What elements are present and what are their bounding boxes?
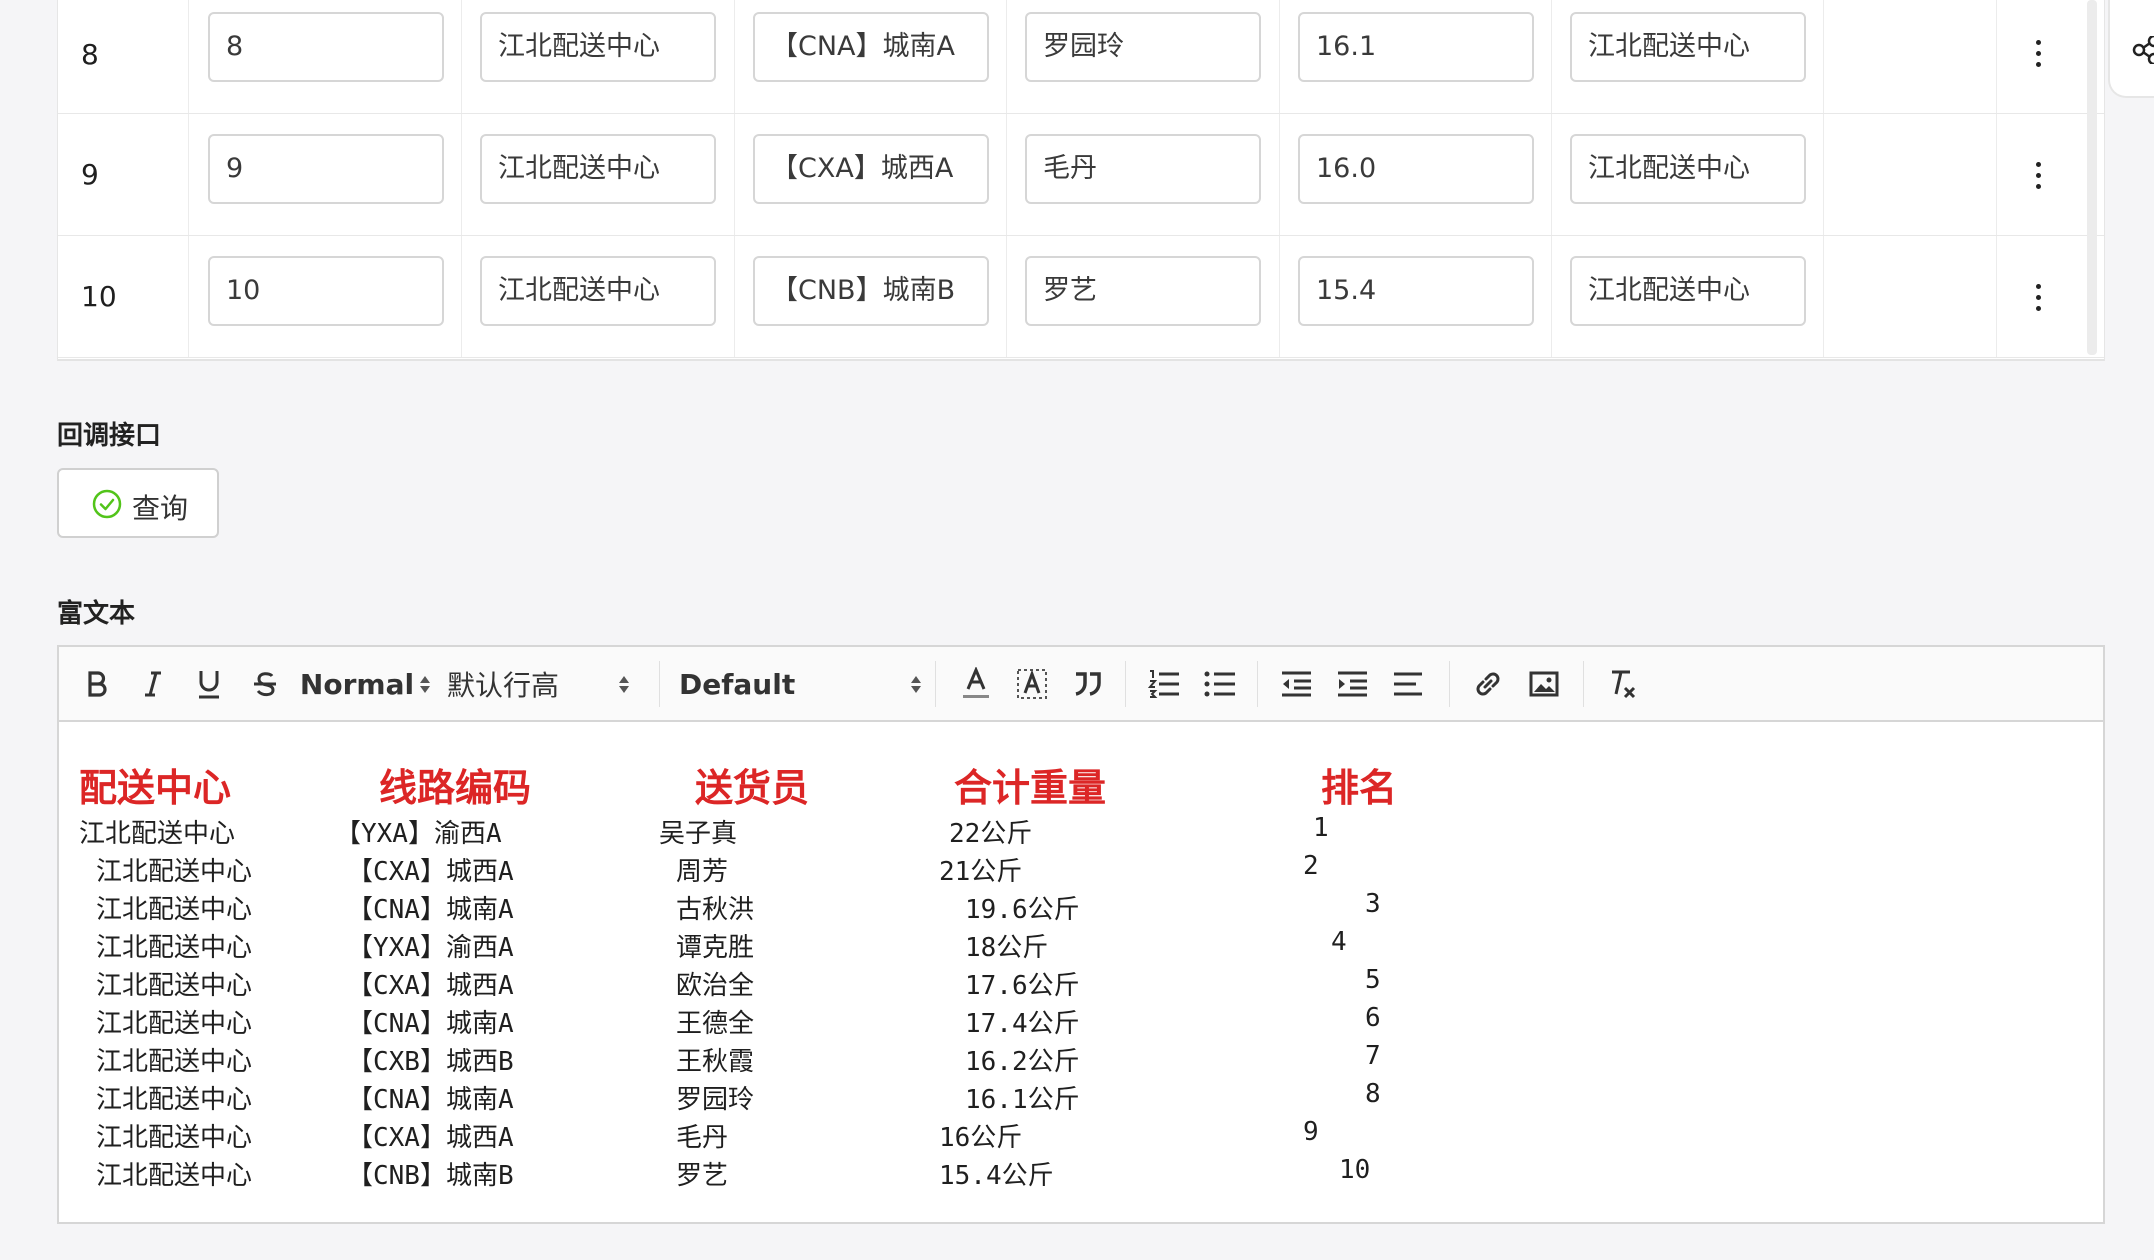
rt-line: 江北配送中心 【YXA】渝西A 谭克胜 18公斤 4 — [96, 927, 1347, 963]
rt-line: 江北配送中心 【CNA】城南A 王德全 17.4公斤 6 — [96, 1003, 1381, 1039]
center-input[interactable]: 江北配送中心 — [1570, 134, 1806, 204]
weight-input[interactable]: 16.1 — [1298, 12, 1534, 82]
rt-line: 江北配送中心 【CXB】城西B 王秋霞 16.2公斤 7 — [96, 1041, 1381, 1077]
rich-text-editor: Normal 默认行高 Default 配送中心 线路编码 送货员 合计重量 排… — [57, 645, 2105, 1224]
row-id-input[interactable]: 10 — [208, 256, 444, 326]
center-input[interactable]: 江北配送中心 — [480, 12, 716, 82]
courier-input[interactable]: 毛丹 — [1025, 134, 1261, 204]
richtext-section-title: 富文本 — [57, 599, 136, 629]
table-scrollbar[interactable] — [2087, 0, 2097, 355]
background-color-button[interactable] — [1011, 659, 1053, 709]
ordered-list-button[interactable] — [1143, 659, 1185, 709]
align-left-icon — [1394, 672, 1422, 696]
weight-input[interactable]: 15.4 — [1298, 256, 1534, 326]
bold-icon — [88, 671, 107, 697]
rt-header-route: 线路编码 — [379, 766, 532, 810]
rt-line: 江北配送中心 【CNA】城南A 罗园玲 16.1公斤 8 — [96, 1079, 1381, 1115]
share-button[interactable] — [2108, 0, 2154, 98]
row-menu-icon[interactable] — [2034, 162, 2044, 195]
check-circle-icon — [92, 489, 122, 519]
rt-line: 江北配送中心 【YXA】渝西A 吴子真 22公斤 1 — [79, 813, 1329, 849]
align-button[interactable] — [1387, 659, 1429, 709]
line-height-select-value: 默认行高 — [447, 669, 560, 702]
row-id-input[interactable]: 8 — [208, 12, 444, 82]
row-number: 10 — [81, 280, 117, 313]
row-menu-icon[interactable] — [2034, 40, 2044, 73]
courier-input[interactable]: 罗园玲 — [1025, 12, 1261, 82]
text-color-icon — [963, 667, 989, 698]
select-arrows-icon — [619, 675, 629, 693]
image-button[interactable] — [1523, 659, 1565, 709]
center-input[interactable]: 江北配送中心 — [1570, 12, 1806, 82]
image-icon — [1529, 671, 1559, 697]
rt-line: 江北配送中心 【CNB】城南B 罗艺 15.4公斤 10 — [96, 1155, 1371, 1191]
callback-section-title: 回调接口 — [57, 421, 162, 451]
rt-header-center: 配送中心 — [79, 766, 232, 810]
weight-input[interactable]: 16.0 — [1298, 134, 1534, 204]
share-icon — [2132, 36, 2154, 64]
editor-content[interactable]: 配送中心 线路编码 送货员 合计重量 排名 江北配送中心 【YXA】渝西A 吴子… — [59, 722, 2103, 1222]
link-button[interactable] — [1467, 659, 1509, 709]
route-input[interactable]: 【CXA】城西A — [753, 134, 989, 204]
row-number: 9 — [81, 158, 99, 191]
strike-button[interactable] — [245, 659, 285, 709]
strikethrough-icon — [254, 672, 276, 697]
rt-line: 江北配送中心 【CXA】城西A 毛丹 16公斤 9 — [96, 1117, 1319, 1153]
editor-toolbar: Normal 默认行高 Default — [59, 647, 2103, 722]
clear-format-icon — [1612, 670, 1636, 699]
center-input[interactable]: 江北配送中心 — [480, 134, 716, 204]
ordered-list-icon — [1148, 670, 1179, 698]
blockquote-button[interactable] — [1067, 659, 1109, 709]
background-color-icon — [1017, 669, 1047, 699]
query-button[interactable]: 查询 — [57, 468, 219, 538]
rt-line: 江北配送中心 【CXA】城西A 周芳 21公斤 2 — [96, 851, 1319, 887]
courier-input[interactable]: 罗艺 — [1025, 256, 1261, 326]
select-arrows-icon — [420, 675, 431, 693]
bullet-list-icon — [1204, 671, 1235, 697]
indent-icon — [1338, 671, 1367, 697]
header-select[interactable]: Normal — [300, 659, 431, 709]
data-table: 8 8 江北配送中心 【CNA】城南A 罗园玲 16.1 江北配送中心 9 9 … — [57, 0, 2105, 361]
italic-button[interactable] — [133, 659, 173, 709]
outdent-icon — [1282, 671, 1311, 697]
row-menu-icon[interactable] — [2034, 284, 2044, 317]
quote-icon — [1075, 672, 1101, 696]
center-input[interactable]: 江北配送中心 — [1570, 256, 1806, 326]
table-row: 10 10 江北配送中心 【CNB】城南B 罗艺 15.4 江北配送中心 — [58, 236, 2104, 358]
rt-header-weight: 合计重量 — [954, 766, 1107, 810]
outdent-button[interactable] — [1275, 659, 1317, 709]
table-row: 9 9 江北配送中心 【CXA】城西A 毛丹 16.0 江北配送中心 — [58, 114, 2104, 236]
line-height-select[interactable]: 默认行高 — [447, 659, 687, 709]
bold-button[interactable] — [77, 659, 117, 709]
font-select[interactable]: Default — [679, 659, 979, 709]
rt-line: 江北配送中心 【CXA】城西A 欧治全 17.6公斤 5 — [96, 965, 1381, 1001]
clear-format-button[interactable] — [1601, 659, 1643, 709]
underline-button[interactable] — [189, 659, 229, 709]
query-button-label: 查询 — [132, 492, 189, 525]
text-color-button[interactable] — [955, 659, 997, 709]
indent-button[interactable] — [1331, 659, 1373, 709]
link-icon — [1476, 672, 1500, 696]
select-arrows-icon — [911, 675, 921, 693]
rt-header-rank: 排名 — [1321, 766, 1398, 810]
center-input[interactable]: 江北配送中心 — [480, 256, 716, 326]
bullet-list-button[interactable] — [1199, 659, 1241, 709]
underline-icon — [199, 671, 219, 699]
italic-icon — [145, 671, 161, 697]
header-select-value: Normal — [299, 667, 415, 701]
rt-line: 江北配送中心 【CNA】城南A 古秋洪 19.6公斤 3 — [96, 889, 1381, 925]
route-input[interactable]: 【CNA】城南A — [753, 12, 989, 82]
table-row: 8 8 江北配送中心 【CNA】城南A 罗园玲 16.1 江北配送中心 — [58, 0, 2104, 114]
rt-header-courier: 送货员 — [695, 766, 810, 810]
font-select-value: Default — [679, 667, 796, 701]
route-input[interactable]: 【CNB】城南B — [753, 256, 989, 326]
row-number: 8 — [81, 38, 99, 71]
row-id-input[interactable]: 9 — [208, 134, 444, 204]
